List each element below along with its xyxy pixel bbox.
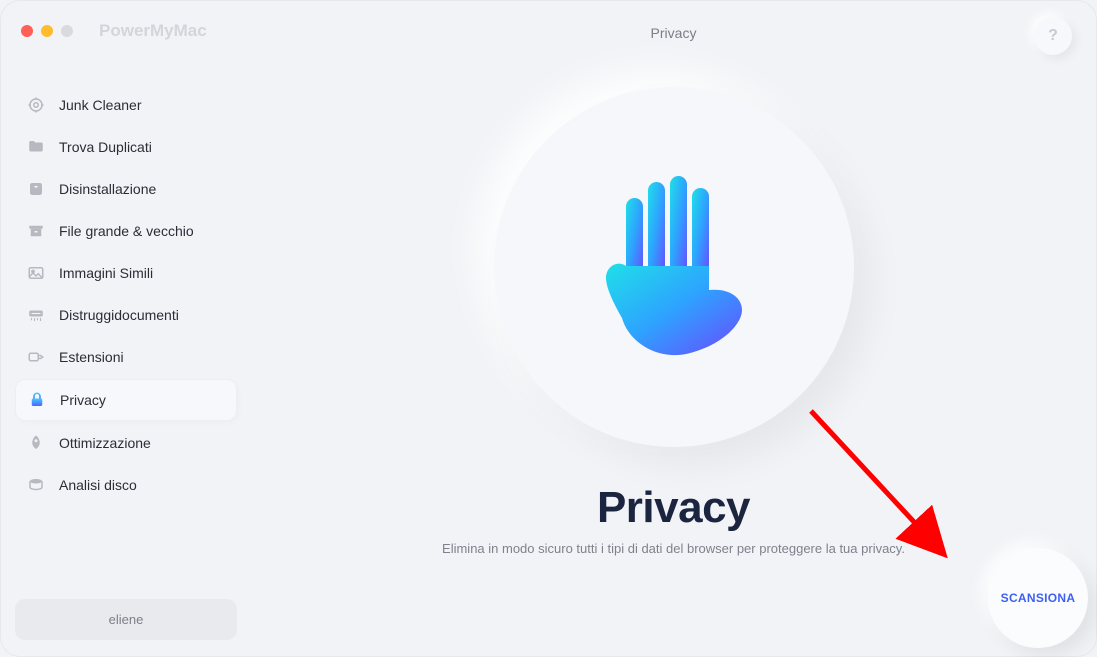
help-button[interactable]: ? (1034, 17, 1072, 55)
user-pill[interactable]: eliene (15, 599, 237, 640)
scan-button[interactable]: SCANSIONA (988, 548, 1088, 648)
plugin-icon (27, 348, 45, 366)
window-controls: PowerMyMac (21, 21, 237, 41)
sidebar-item-junk-cleaner[interactable]: Junk Cleaner (15, 85, 237, 125)
lock-icon (28, 391, 46, 409)
sidebar-item-extensions[interactable]: Estensioni (15, 337, 237, 377)
disk-icon (27, 476, 45, 494)
sidebar-item-similar-images[interactable]: Immagini Simili (15, 253, 237, 293)
sidebar-item-label: Ottimizzazione (59, 435, 151, 451)
sidebar-item-label: Privacy (60, 392, 106, 408)
sidebar-item-label: Distruggidocumenti (59, 307, 179, 323)
page-title: Privacy (651, 25, 697, 41)
minimize-window-button[interactable] (41, 25, 53, 37)
sidebar-item-label: Disinstallazione (59, 181, 156, 197)
sidebar-item-label: Analisi disco (59, 477, 137, 493)
hand-icon (594, 170, 754, 365)
sidebar-item-label: Junk Cleaner (59, 97, 142, 113)
sidebar-item-uninstaller[interactable]: Disinstallazione (15, 169, 237, 209)
target-icon (27, 96, 45, 114)
sidebar-item-label: Trova Duplicati (59, 139, 152, 155)
fullscreen-window-button[interactable] (61, 25, 73, 37)
app-title: PowerMyMac (99, 21, 207, 41)
sidebar-item-disk-analysis[interactable]: Analisi disco (15, 465, 237, 505)
sidebar-item-find-duplicates[interactable]: Trova Duplicati (15, 127, 237, 167)
sidebar-item-optimization[interactable]: Ottimizzazione (15, 423, 237, 463)
close-window-button[interactable] (21, 25, 33, 37)
sidebar-item-shredder[interactable]: Distruggidocumenti (15, 295, 237, 335)
sidebar: PowerMyMac Junk Cleaner Trova Duplicati … (1, 1, 251, 656)
sidebar-item-large-old-files[interactable]: File grande & vecchio (15, 211, 237, 251)
sidebar-item-label: Estensioni (59, 349, 124, 365)
archive-icon (27, 222, 45, 240)
sidebar-item-label: Immagini Simili (59, 265, 153, 281)
app-icon (27, 180, 45, 198)
image-icon (27, 264, 45, 282)
sidebar-item-privacy[interactable]: Privacy (15, 379, 237, 421)
main-panel: Privacy ? (251, 1, 1096, 656)
rocket-icon (27, 434, 45, 452)
shredder-icon (27, 306, 45, 324)
sidebar-nav: Junk Cleaner Trova Duplicati Disinstalla… (15, 85, 237, 505)
page-heading: Privacy (597, 483, 750, 533)
sidebar-item-label: File grande & vecchio (59, 223, 194, 239)
page-subheading: Elimina in modo sicuro tutti i tipi di d… (442, 541, 905, 556)
hero-circle (494, 87, 854, 447)
folder-icon (27, 138, 45, 156)
